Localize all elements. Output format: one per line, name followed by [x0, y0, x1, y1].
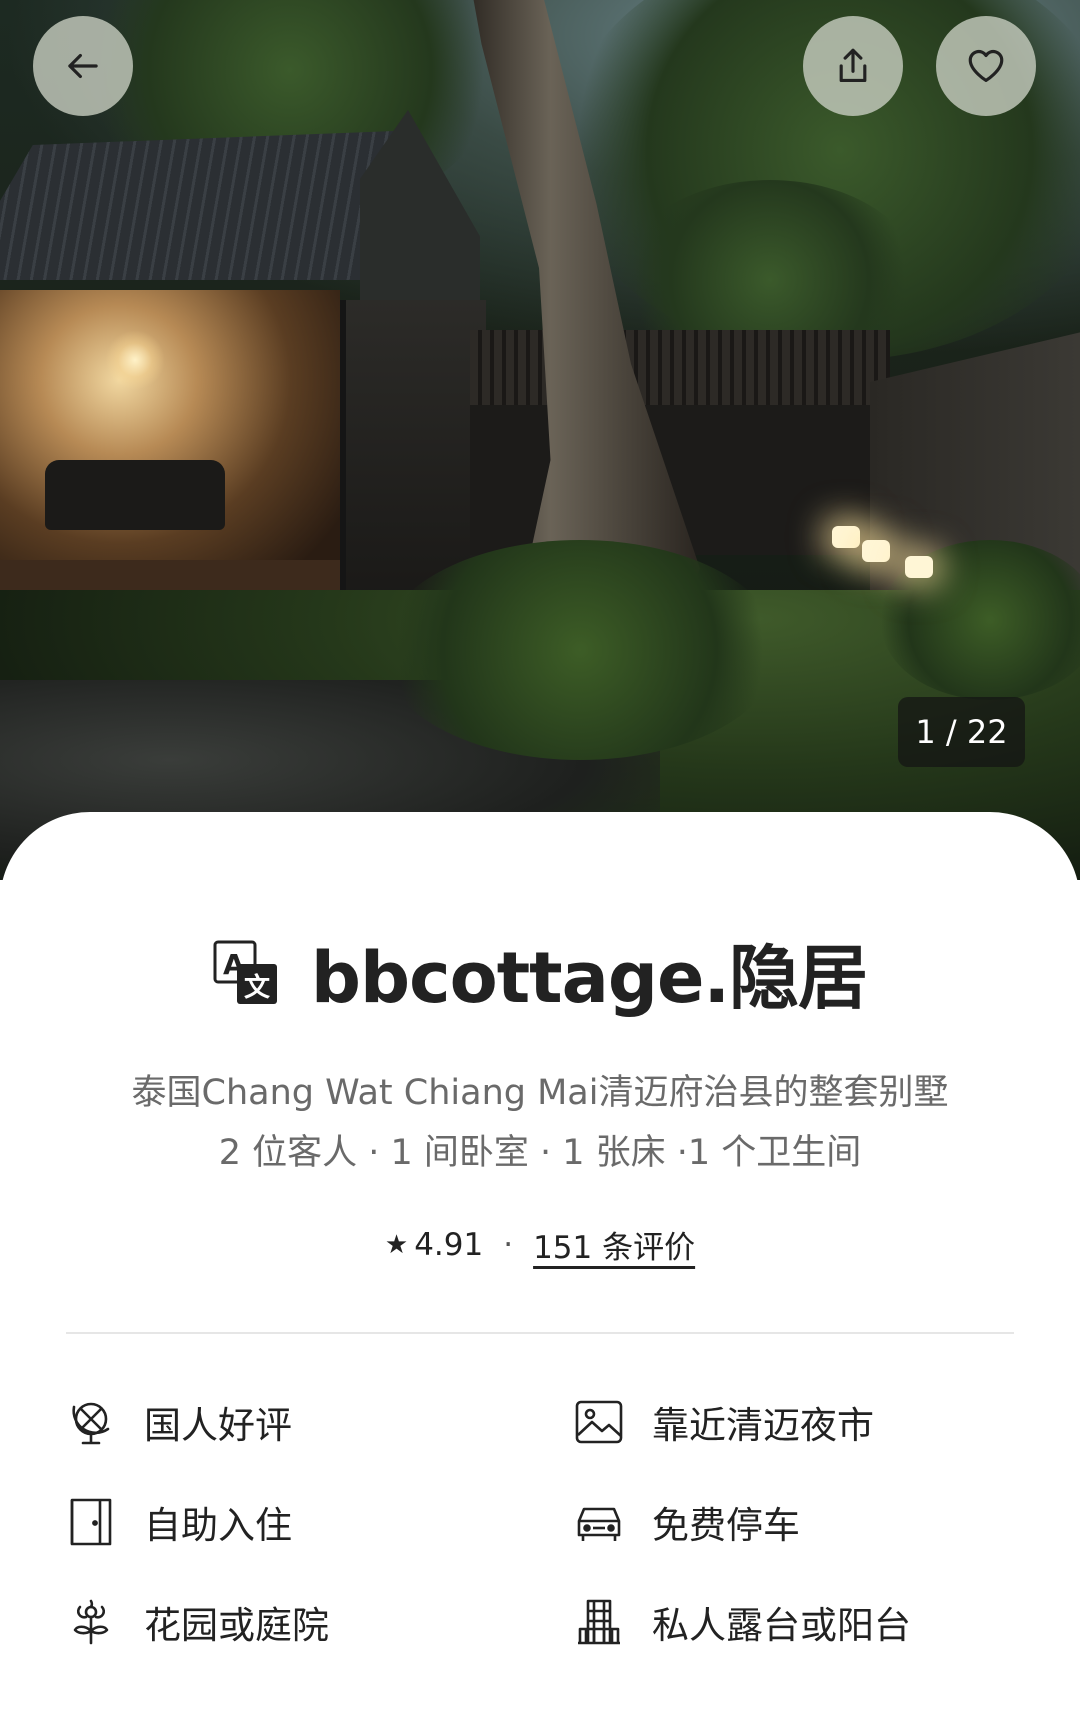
photo-room	[0, 290, 340, 590]
amenity-label: 私人露台或阳台	[652, 1604, 911, 1647]
listing-title: bbcottage.隐居	[310, 937, 868, 1019]
listing-photo[interactable]: 1 / 22	[0, 0, 1080, 880]
amenity-item: 花园或庭院	[66, 1592, 329, 1652]
amenity-label: 国人好评	[144, 1404, 292, 1447]
amenity-item: 自助入住	[66, 1492, 292, 1552]
amenity-label: 靠近清迈夜市	[652, 1404, 874, 1447]
rating-value: 4.91	[414, 1226, 484, 1263]
amenity-label: 花园或庭院	[144, 1604, 329, 1647]
flower-icon	[73, 1599, 109, 1645]
arrow-left-icon	[68, 53, 98, 79]
photo-glass-door	[340, 300, 486, 600]
photo-fence	[470, 330, 890, 410]
listing-subtitle: 泰国Chang Wat Chiang Mai清迈府治县的整套别墅	[131, 1073, 949, 1113]
photo-garden-light	[832, 526, 860, 548]
amenity-item: 靠近清迈夜市	[574, 1392, 874, 1452]
photo-lamp	[105, 330, 165, 390]
rating-separator: ·	[503, 1226, 514, 1263]
building-icon	[578, 1599, 620, 1645]
amenity-label: 免费停车	[652, 1504, 800, 1547]
listing-details-sheet: A 文 bbcottage.隐居 泰国Chang Wat Chiang Mai清…	[0, 812, 1080, 1710]
divider	[66, 1332, 1014, 1334]
door-icon	[70, 1498, 112, 1546]
listing-capacity: 2 位客人 · 1 间卧室 · 1 张床 ·1 个卫生间	[218, 1133, 862, 1173]
favorite-button[interactable]	[936, 16, 1036, 116]
star-icon: ★	[384, 1229, 409, 1260]
translate-icon[interactable]: A 文	[213, 940, 279, 1006]
rating-row: ★ 4.91 · 151 条评价	[0, 1222, 1080, 1267]
photo-sofa	[45, 460, 225, 530]
amenity-item: 免费停车	[574, 1492, 800, 1552]
reviews-link[interactable]: 151 条评价	[533, 1222, 695, 1267]
heart-icon	[968, 49, 1004, 83]
svg-text:文: 文	[244, 972, 271, 1003]
photo-roof	[0, 130, 420, 280]
back-button[interactable]	[33, 16, 133, 116]
photo-bush	[380, 540, 780, 760]
image-icon	[575, 1400, 623, 1444]
photo-garden-light	[862, 540, 890, 562]
share-button[interactable]	[803, 16, 903, 116]
amenity-item: 国人好评	[66, 1392, 292, 1452]
amenity-label: 自助入住	[144, 1504, 292, 1547]
amenity-item: 私人露台或阳台	[574, 1592, 911, 1652]
share-icon	[839, 48, 867, 83]
photo-counter: 1 / 22	[898, 697, 1025, 767]
car-icon	[577, 1507, 621, 1541]
photo-garden-light	[905, 556, 933, 578]
globe-icon	[72, 1402, 110, 1445]
title-row: A 文 bbcottage.隐居	[0, 922, 1080, 1023]
